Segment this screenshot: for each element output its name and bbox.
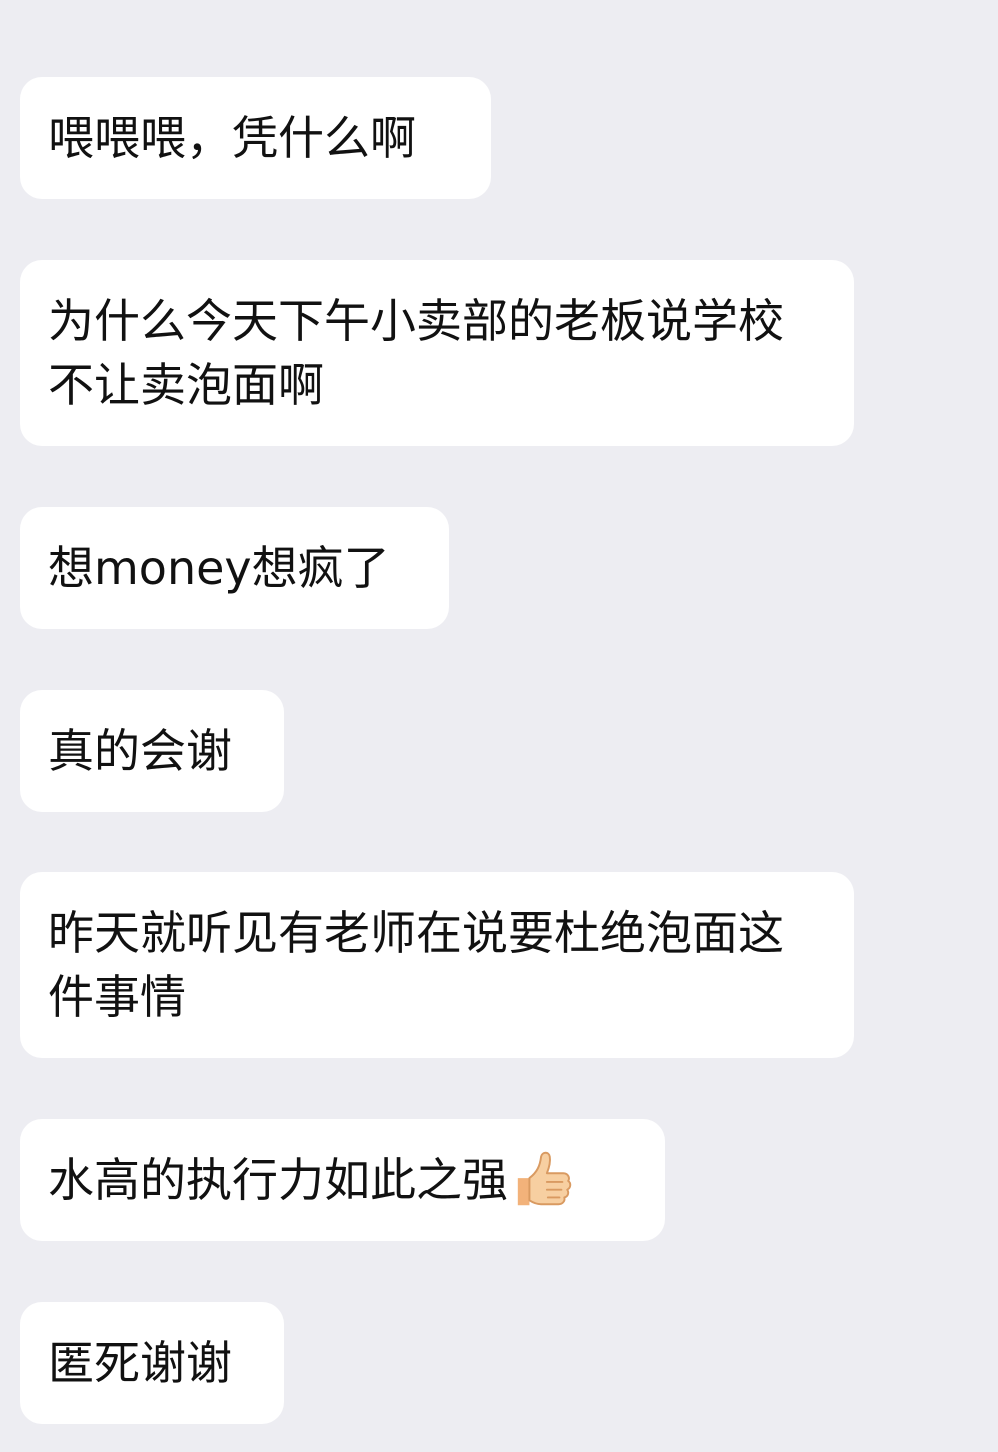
message-bubble[interactable]: 真的会谢 [20,690,284,812]
thumbs-up-icon [517,1151,572,1206]
message-text: 喂喂喂，凭什么啊 [48,111,416,165]
message-text: 昨天就听见有老师在说要杜绝泡面这件事情 [48,906,784,1024]
message-text: 水高的执行力如此之强 [48,1153,508,1207]
message-bubble[interactable]: 想money想疯了 [20,507,449,629]
message-text: 为什么今天下午小卖部的老板说学校不让卖泡面啊 [48,294,784,412]
message-bubble[interactable]: 匿死谢谢 [20,1302,284,1424]
message-bubble[interactable]: 水高的执行力如此之强 [20,1119,665,1241]
message-bubble[interactable]: 为什么今天下午小卖部的老板说学校不让卖泡面啊 [20,260,854,446]
message-text: 匿死谢谢 [48,1336,232,1390]
chat-message-list: 喂喂喂，凭什么啊 为什么今天下午小卖部的老板说学校不让卖泡面啊 想money想疯… [0,0,998,1452]
message-text: 真的会谢 [48,724,232,778]
message-bubble[interactable]: 昨天就听见有老师在说要杜绝泡面这件事情 [20,872,854,1058]
message-text: 想money想疯了 [48,541,390,595]
message-bubble[interactable]: 喂喂喂，凭什么啊 [20,77,491,199]
